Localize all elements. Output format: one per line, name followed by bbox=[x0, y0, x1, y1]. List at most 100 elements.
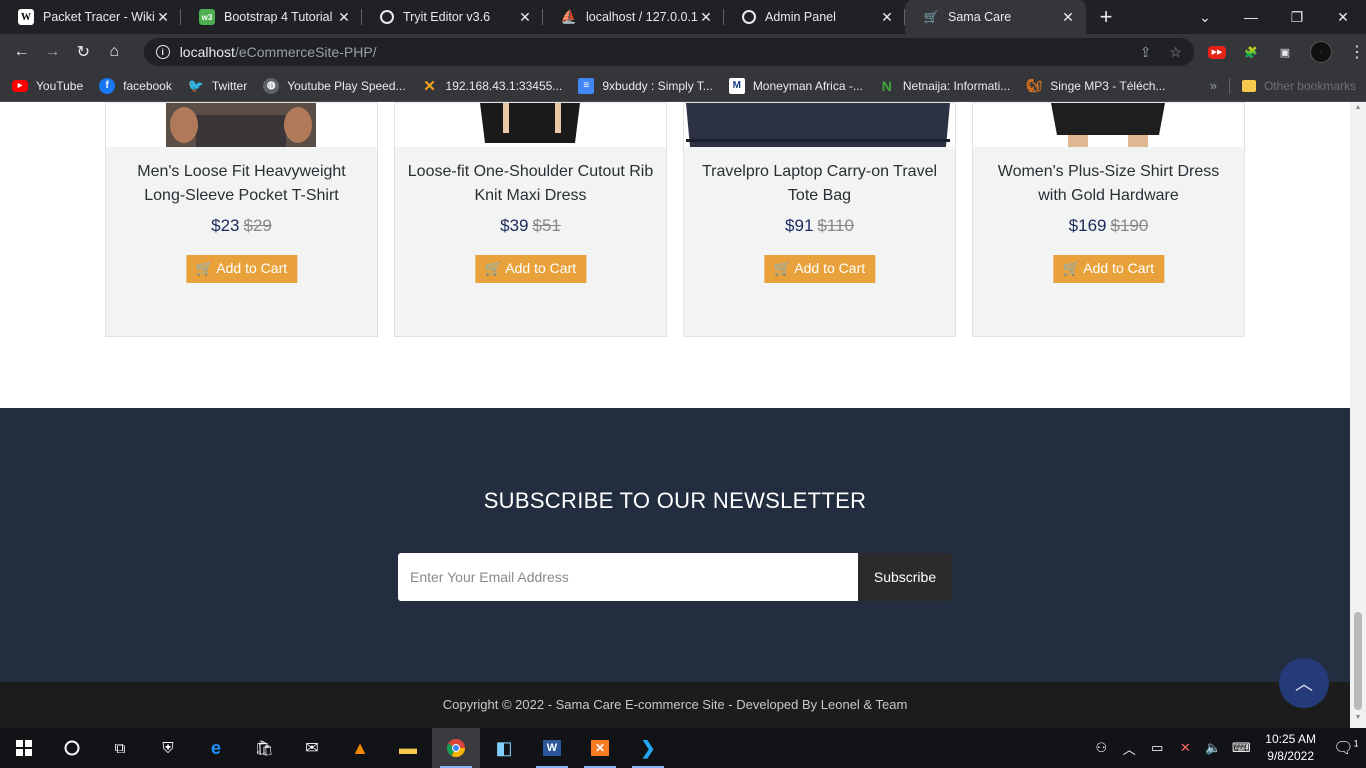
browser-tab[interactable]: w3 Bootstrap 4 Tutorial ✕ bbox=[181, 0, 362, 34]
vscode-icon[interactable]: ❯ bbox=[624, 728, 672, 768]
browser-tab[interactable]: Tryit Editor v3.6 ✕ bbox=[362, 0, 543, 34]
back-button[interactable]: ← bbox=[6, 36, 37, 68]
side-panel-icon[interactable]: ▣ bbox=[1276, 43, 1294, 61]
add-to-cart-button[interactable]: 🛒 Add to Cart bbox=[1052, 255, 1165, 283]
add-to-cart-button[interactable]: 🛒 Add to Cart bbox=[763, 255, 876, 283]
info-icon[interactable]: i bbox=[155, 45, 170, 59]
bookmark-youtube[interactable]: ▶ YouTube bbox=[12, 79, 83, 93]
xampp-icon[interactable]: ✕ bbox=[576, 728, 624, 768]
product-image[interactable] bbox=[684, 103, 955, 147]
battery-icon[interactable]: ▭ bbox=[1145, 740, 1169, 756]
bookmark-xender[interactable]: ✕ 192.168.43.1:33455... bbox=[422, 78, 562, 95]
globe-icon: ◍ bbox=[263, 77, 280, 94]
doc-icon: ≡ bbox=[578, 77, 595, 94]
close-icon[interactable]: ✕ bbox=[879, 9, 895, 26]
chevron-down-icon[interactable]: ⌄ bbox=[1182, 0, 1228, 34]
mail-icon[interactable]: ✉ bbox=[288, 728, 336, 768]
scroll-up-arrow[interactable]: ▲ bbox=[1354, 104, 1362, 112]
product-card: Women's Plus-Size Shirt Dress with Gold … bbox=[972, 102, 1245, 337]
button-label: Add to Cart bbox=[216, 260, 288, 276]
bookmark-facebook[interactable]: f facebook bbox=[99, 77, 172, 94]
url-path: /eCommerceSite-PHP/ bbox=[234, 44, 377, 60]
notification-center-icon[interactable]: 🗨1 bbox=[1326, 738, 1366, 758]
forward-button[interactable]: → bbox=[37, 36, 68, 68]
file-explorer-icon[interactable]: ▬ bbox=[384, 728, 432, 768]
network-icon[interactable]: ✕ bbox=[1173, 740, 1197, 756]
scrollbar-thumb[interactable] bbox=[1354, 612, 1362, 710]
star-icon[interactable]: ☆ bbox=[1169, 44, 1182, 61]
security-shield-icon[interactable]: ⛨ bbox=[144, 728, 192, 768]
word-icon[interactable]: W bbox=[528, 728, 576, 768]
bookmark-singe-mp3[interactable]: 🐿 Singe MP3 - Téléch... bbox=[1026, 78, 1165, 94]
page-viewport: Men's Loose Fit Heavyweight Long-Sleeve … bbox=[0, 102, 1366, 728]
volume-icon[interactable]: 🔈 bbox=[1201, 740, 1225, 756]
close-icon[interactable]: ✕ bbox=[155, 9, 171, 26]
bookmark-twitter[interactable]: 🐦 Twitter bbox=[188, 78, 247, 94]
product-name[interactable]: Women's Plus-Size Shirt Dress with Gold … bbox=[983, 160, 1234, 208]
bookmark-moneyman[interactable]: M Moneyman Africa -... bbox=[728, 77, 863, 94]
people-icon[interactable]: ⚇ bbox=[1089, 740, 1113, 756]
add-to-cart-button[interactable]: 🛒 Add to Cart bbox=[474, 255, 587, 283]
system-clock[interactable]: 10:25 AM 9/8/2022 bbox=[1265, 731, 1316, 765]
other-bookmarks-label: Other bookmarks bbox=[1263, 78, 1356, 93]
product-image[interactable] bbox=[973, 103, 1244, 147]
keyboard-icon[interactable]: ⌨ bbox=[1229, 740, 1253, 756]
edge-icon[interactable]: e bbox=[192, 728, 240, 768]
back-to-top-button[interactable]: ︿ bbox=[1279, 658, 1329, 708]
button-label: Add to Cart bbox=[505, 260, 577, 276]
restore-button[interactable]: ❐ bbox=[1274, 0, 1320, 34]
scroll-down-arrow[interactable]: ▼ bbox=[1354, 714, 1362, 722]
chevron-up-icon[interactable]: ︿ bbox=[1117, 739, 1141, 758]
page-footer: Copyright © 2022 - Sama Care E-commerce … bbox=[0, 682, 1350, 728]
bookmark-netnaija[interactable]: N Netnaija: Informati... bbox=[879, 78, 1010, 94]
old-price: $29 bbox=[243, 216, 272, 235]
product-image[interactable] bbox=[395, 103, 666, 147]
close-icon[interactable]: ✕ bbox=[336, 9, 352, 26]
close-window-button[interactable]: ✕ bbox=[1320, 0, 1366, 34]
home-button[interactable]: ⌂ bbox=[99, 36, 130, 68]
bookmark-label: Twitter bbox=[211, 78, 248, 93]
scrollbar[interactable]: ▲ ▼ bbox=[1350, 102, 1366, 728]
product-name[interactable]: Men's Loose Fit Heavyweight Long-Sleeve … bbox=[116, 160, 367, 208]
close-icon[interactable]: ✕ bbox=[517, 9, 533, 26]
button-label: Add to Cart bbox=[794, 260, 866, 276]
browser-tab[interactable]: Admin Panel ✕ bbox=[724, 0, 905, 34]
browser-tab-active[interactable]: 🛒 Sama Care ✕ bbox=[905, 0, 1086, 34]
reload-button[interactable]: ↻ bbox=[68, 36, 99, 68]
kebab-menu-icon[interactable]: ⋮ bbox=[1348, 43, 1366, 61]
chrome-icon[interactable] bbox=[432, 728, 480, 768]
new-tab-button[interactable]: + bbox=[1086, 0, 1126, 34]
share-icon[interactable]: ⇪ bbox=[1140, 44, 1152, 61]
windows-start-icon[interactable] bbox=[0, 728, 48, 768]
puzzle-icon[interactable]: 🧩 bbox=[1242, 43, 1260, 61]
app-icon[interactable]: ◧ bbox=[480, 728, 528, 768]
product-price: $169 $190 bbox=[973, 216, 1244, 236]
more-bookmarks-button[interactable]: » bbox=[1210, 78, 1217, 93]
vlc-icon[interactable]: ▲ bbox=[336, 728, 384, 768]
bookmark-youtube-play-speed[interactable]: ◍ Youtube Play Speed... bbox=[263, 77, 406, 94]
browser-tab[interactable]: W Packet Tracer - Wikipe ✕ bbox=[0, 0, 181, 34]
profile-avatar[interactable]: · bbox=[1309, 41, 1332, 63]
product-name[interactable]: Loose-fit One-Shoulder Cutout Rib Knit M… bbox=[405, 160, 656, 208]
product-image[interactable] bbox=[106, 103, 377, 147]
address-bar[interactable]: i localhost/eCommerceSite-PHP/ ⇪ ☆ bbox=[143, 38, 1194, 66]
tab-title: Packet Tracer - Wikipe bbox=[43, 10, 155, 24]
bookmark-9xbuddy[interactable]: ≡ 9xbuddy : Simply T... bbox=[578, 77, 713, 94]
system-tray: ⚇ ︿ ▭ ✕ 🔈 ⌨ 10:25 AM 9/8/2022 🗨1 bbox=[1087, 728, 1366, 768]
subscribe-button[interactable]: Subscribe bbox=[858, 553, 952, 601]
product-name[interactable]: Travelpro Laptop Carry-on Travel Tote Ba… bbox=[694, 160, 945, 208]
other-bookmarks[interactable]: Other bookmarks bbox=[1241, 78, 1356, 93]
store-icon[interactable]: 🛍 bbox=[240, 728, 288, 768]
netnaija-icon: N bbox=[881, 77, 892, 94]
task-view-icon[interactable]: ⧉ bbox=[96, 728, 144, 768]
minimize-button[interactable]: — bbox=[1228, 0, 1274, 34]
close-icon[interactable]: ✕ bbox=[698, 9, 714, 26]
search-icon[interactable] bbox=[48, 728, 96, 768]
email-input[interactable] bbox=[398, 553, 858, 601]
youtube-extension-icon[interactable]: ▶▶ bbox=[1207, 45, 1226, 59]
browser-tab[interactable]: ⛵ localhost / 127.0.0.1 | p ✕ bbox=[543, 0, 724, 34]
close-icon[interactable]: ✕ bbox=[1060, 9, 1076, 26]
squirrel-icon: 🐿 bbox=[1026, 77, 1043, 93]
add-to-cart-button[interactable]: 🛒 Add to Cart bbox=[185, 255, 298, 283]
chevron-up-icon: ︿ bbox=[1295, 674, 1313, 694]
